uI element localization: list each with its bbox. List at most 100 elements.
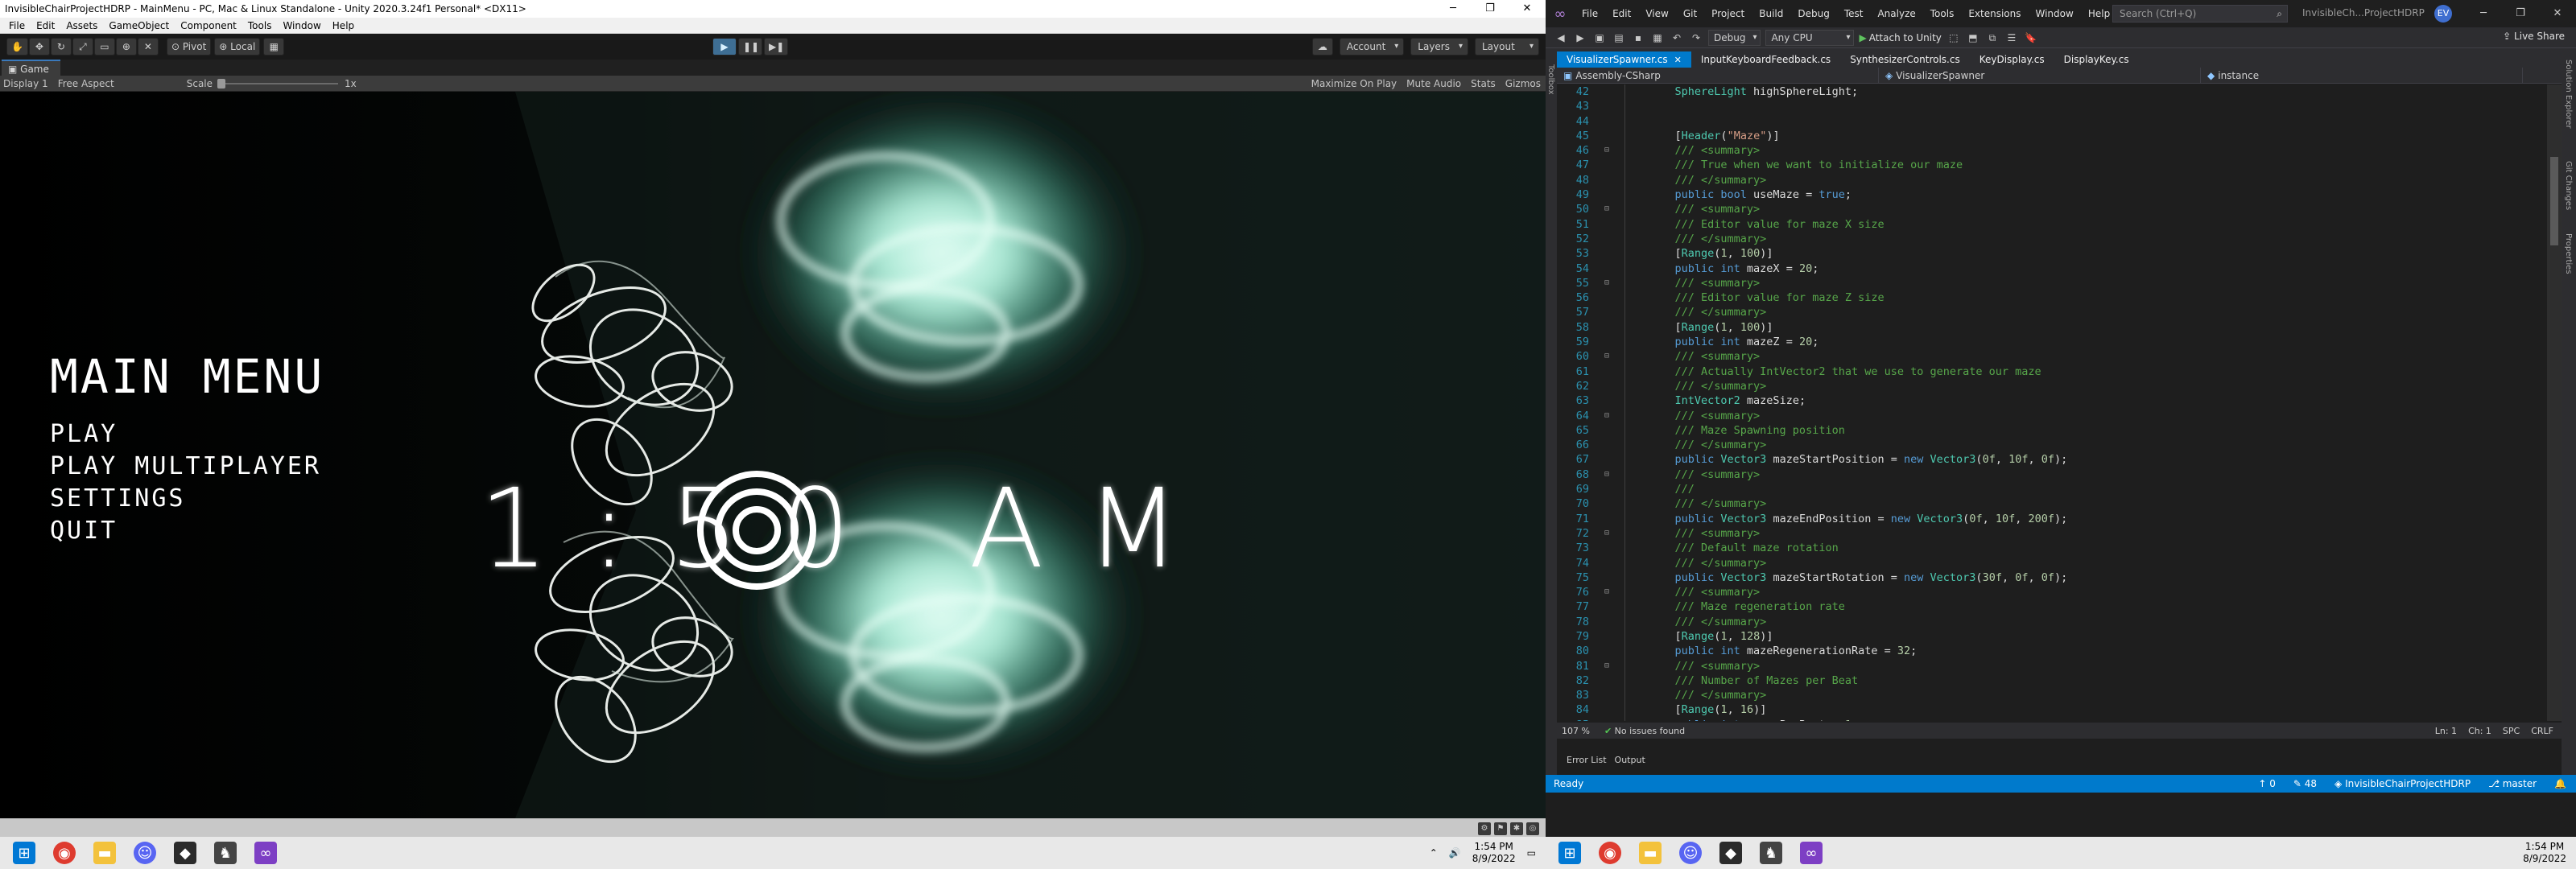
tab-game[interactable]: ▣ Game — [2, 60, 60, 76]
whitespace-mode[interactable]: SPC — [2503, 726, 2520, 736]
code-line[interactable]: 53 [Range(1, 100)] — [1557, 246, 2545, 261]
menu-help[interactable]: Help — [327, 18, 360, 33]
fold-toggle-icon[interactable]: ⊟ — [1597, 467, 1616, 482]
vs-maximize-button[interactable]: ❐ — [2502, 0, 2539, 27]
vs-close-button[interactable]: ✕ — [2539, 0, 2576, 27]
changes-count[interactable]: ✎ 48 — [2293, 775, 2317, 793]
zoom-level[interactable]: 107 % — [1562, 726, 1590, 736]
scale-tool-icon[interactable]: ⤢ — [72, 38, 93, 56]
vs-menu-git[interactable]: Git — [1676, 8, 1704, 19]
grid-snap-icon[interactable]: ▦ — [263, 38, 285, 56]
vs-menu-debug[interactable]: Debug — [1790, 8, 1836, 19]
vs-menu-project[interactable]: Project — [1704, 8, 1752, 19]
pause-button[interactable]: ❚❚ — [738, 38, 762, 56]
code-line[interactable]: 61 /// Actually IntVector2 that we use t… — [1557, 364, 2545, 379]
repo-selector[interactable]: ◈ InvisibleChairProjectHDRP — [2334, 775, 2471, 793]
tab-error-list[interactable]: Error List — [1567, 755, 1607, 769]
vs-menu-tools[interactable]: Tools — [1923, 8, 1962, 19]
menu-assets[interactable]: Assets — [60, 18, 103, 33]
taskbar-clock[interactable]: 1:54 PM 8/9/2022 — [1472, 841, 1516, 865]
code-line[interactable]: 46 ⊟ /// <summary> — [1557, 143, 2545, 158]
stats-toggle[interactable]: Stats — [1471, 78, 1496, 89]
code-line[interactable]: 45 [Header("Maze")] — [1557, 129, 2545, 143]
volume-icon[interactable]: 🔊 — [1449, 847, 1461, 859]
code-line[interactable]: 50 ⊟ /// <summary> — [1557, 202, 2545, 216]
fold-toggle-icon[interactable]: ⊟ — [1597, 202, 1616, 216]
tab-input-keyboard-feedback[interactable]: InputKeyboardFeedback.cs — [1691, 51, 1840, 68]
properties-tab[interactable]: Properties — [2564, 233, 2573, 274]
save-icon[interactable]: ▪ — [1631, 31, 1645, 45]
menu-window[interactable]: Window — [277, 18, 326, 33]
maximize-button[interactable]: ❐ — [1472, 0, 1509, 18]
code-line[interactable]: 72 ⊟ /// <summary> — [1557, 526, 2545, 541]
code-line[interactable]: 58 [Range(1, 100)] — [1557, 320, 2545, 335]
issues-indicator[interactable]: ✔ No issues found — [1604, 726, 1685, 736]
code-line[interactable]: 73 /// Default maze rotation — [1557, 541, 2545, 555]
class-dropdown[interactable]: ◈ VisualizerSpawner — [1879, 68, 2201, 83]
code-line[interactable]: 63 IntVector2 mazeSize; — [1557, 393, 2545, 408]
code-line[interactable]: 57 /// </summary> — [1557, 305, 2545, 319]
chevron-up-icon[interactable]: ⌃ — [1430, 847, 1438, 859]
discord-icon[interactable]: ☺ — [134, 842, 156, 864]
code-line[interactable]: 43 — [1557, 99, 2545, 113]
tab-display-key[interactable]: DisplayKey.cs — [2054, 51, 2139, 68]
menu-play[interactable]: PLAY — [50, 418, 324, 451]
close-icon[interactable]: ✕ — [1674, 55, 1682, 65]
progress-icon[interactable]: ◎ — [1526, 822, 1539, 835]
vs-menu-file[interactable]: File — [1575, 8, 1605, 19]
code-line[interactable]: 80 public int mazeRegenerationRate = 32; — [1557, 644, 2545, 658]
chrome-icon[interactable]: ◉ — [53, 842, 76, 864]
code-line[interactable]: 42 SphereLight highSphereLight; — [1557, 84, 2545, 99]
code-line[interactable]: 76 ⊟ /// <summary> — [1557, 585, 2545, 599]
code-line[interactable]: 62 /// </summary> — [1557, 379, 2545, 393]
code-line[interactable]: 69 /// — [1557, 482, 2545, 496]
vs-menu-build[interactable]: Build — [1752, 8, 1790, 19]
code-line[interactable]: 59 public int mazeZ = 20; — [1557, 335, 2545, 349]
configuration-dropdown[interactable]: Debug — [1708, 29, 1761, 46]
game-app-icon[interactable]: ♞ — [214, 842, 237, 864]
toolbar-tool-3-icon[interactable]: ⧉ — [1985, 31, 2000, 45]
fold-toggle-icon[interactable]: ⊟ — [1597, 585, 1616, 599]
aspect-dropdown[interactable]: Free Aspect — [58, 78, 187, 89]
play-button[interactable]: ▶ — [712, 38, 737, 56]
solution-explorer-tab[interactable]: Solution Explorer — [2564, 60, 2573, 129]
vs-search-input[interactable]: Search (Ctrl+Q) ⌕ — [2112, 5, 2288, 23]
new-project-icon[interactable]: ▣ — [1592, 31, 1607, 45]
local-toggle[interactable]: ⊛ Local — [214, 38, 261, 56]
assembly-dropdown[interactable]: ▣ Assembly-CSharp — [1557, 68, 1879, 83]
tab-output[interactable]: Output — [1615, 755, 1645, 769]
display-dropdown[interactable]: Display 1 — [3, 78, 58, 89]
pivot-toggle[interactable]: ⊙ Pivot — [166, 38, 212, 56]
file-explorer-icon[interactable]: ▬ — [1639, 842, 1662, 864]
unity-hub-icon[interactable]: ◆ — [174, 842, 196, 864]
maximize-on-play-toggle[interactable]: Maximize On Play — [1311, 78, 1397, 89]
code-line[interactable]: 65 /// Maze Spawning position — [1557, 423, 2545, 438]
tab-key-display[interactable]: KeyDisplay.cs — [1970, 51, 2054, 68]
back-icon[interactable]: ◀ — [1554, 31, 1568, 45]
open-icon[interactable]: ▤ — [1612, 31, 1626, 45]
vs-menu-extensions[interactable]: Extensions — [1961, 8, 2028, 19]
editor-scrollbar[interactable] — [2547, 84, 2562, 721]
bookmark-icon[interactable]: 🔖 — [2024, 31, 2038, 45]
menu-file[interactable]: File — [3, 18, 31, 33]
fold-toggle-icon[interactable]: ⊟ — [1597, 526, 1616, 541]
code-editor[interactable]: 42 SphereLight highSphereLight; 43 44 45 [H… — [1557, 84, 2545, 721]
tab-synthesizer-controls[interactable]: SynthesizerControls.cs — [1840, 51, 1970, 68]
game-app-icon[interactable]: ♞ — [1760, 842, 1782, 864]
fold-toggle-icon[interactable]: ⊟ — [1597, 409, 1616, 423]
forward-icon[interactable]: ▶ — [1573, 31, 1587, 45]
gizmos-dropdown[interactable]: Gizmos — [1505, 78, 1541, 89]
console-icon[interactable]: ⚑ — [1494, 822, 1507, 835]
code-line[interactable]: 49 public bool useMaze = true; — [1557, 187, 2545, 202]
code-line[interactable]: 77 /// Maze regeneration rate — [1557, 599, 2545, 614]
undo-icon[interactable]: ↶ — [1670, 31, 1684, 45]
scale-slider[interactable] — [217, 78, 339, 89]
visual-studio-icon[interactable]: ∞ — [254, 842, 277, 864]
game-view[interactable]: MAIN MENU PLAY PLAY MULTIPLAYER SETTINGS… — [0, 92, 1546, 818]
custom-tool-icon[interactable]: ✕ — [137, 38, 159, 56]
redo-icon[interactable]: ↷ — [1689, 31, 1703, 45]
code-line[interactable]: 82 /// Number of Mazes per Beat — [1557, 673, 2545, 688]
transform-tool-icon[interactable]: ⊕ — [115, 38, 137, 56]
vs-menu-window[interactable]: Window — [2029, 8, 2081, 19]
code-line[interactable]: 51 /// Editor value for maze X size — [1557, 217, 2545, 232]
